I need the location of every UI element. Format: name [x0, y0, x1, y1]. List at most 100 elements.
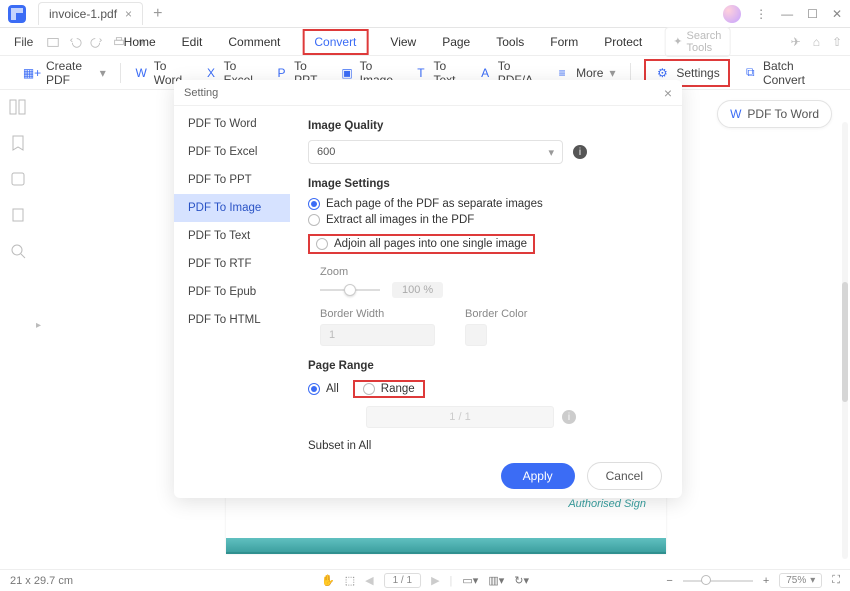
sidebar-pdf-to-ppt[interactable]: PDF To PPT: [174, 166, 290, 194]
menu-tools[interactable]: Tools: [492, 31, 528, 53]
chevron-down-icon: ▾: [100, 66, 106, 80]
excel-icon: X: [204, 65, 217, 81]
modal-footer: Apply Cancel: [174, 454, 682, 498]
fullscreen-icon[interactable]: ⛶: [832, 574, 840, 587]
sidebar-pdf-to-word[interactable]: PDF To Word: [174, 110, 290, 138]
modal-sidebar: PDF To Word PDF To Excel PDF To PPT PDF …: [174, 106, 290, 454]
page-indicator[interactable]: 1 / 1: [384, 573, 421, 588]
scroll-thumb[interactable]: [842, 282, 848, 402]
send-icon[interactable]: ✈: [791, 35, 801, 49]
menu-convert[interactable]: Convert: [302, 29, 368, 55]
create-pdf-icon: ▦+: [24, 65, 40, 81]
slider-thumb[interactable]: [344, 284, 356, 296]
attachment-icon[interactable]: [9, 170, 27, 188]
menu-home[interactable]: Home: [120, 31, 160, 53]
radio-separate-pages[interactable]: Each page of the PDF as separate images: [308, 198, 664, 210]
new-tab-button[interactable]: +: [153, 5, 162, 23]
info-icon[interactable]: i: [573, 145, 587, 159]
layout-icon[interactable]: ▥▾: [488, 574, 504, 587]
undo-icon[interactable]: [67, 34, 83, 50]
radio-extract-images[interactable]: Extract all images in the PDF: [308, 214, 664, 226]
redo-icon[interactable]: [89, 34, 105, 50]
statusbar: 21 x 29.7 cm ✋ ⬚ ◀ 1 / 1 ▶ | ▭▾ ▥▾ ↻▾ − …: [0, 569, 850, 591]
radio-adjoin-pages[interactable]: Adjoin all pages into one single image: [308, 234, 535, 254]
close-tab-icon[interactable]: ×: [125, 7, 132, 21]
tab-title: invoice-1.pdf: [49, 7, 117, 21]
zoom-slider[interactable]: [683, 576, 753, 586]
menu-protect[interactable]: Protect: [600, 31, 646, 53]
gear-icon: ⚙: [654, 65, 670, 81]
sidebar-pdf-to-excel[interactable]: PDF To Excel: [174, 138, 290, 166]
kebab-menu-icon[interactable]: ⋮: [755, 7, 767, 21]
menu-page[interactable]: Page: [438, 31, 474, 53]
sidebar-pdf-to-rtf[interactable]: PDF To RTF: [174, 250, 290, 278]
chevron-down-icon: ▾: [609, 66, 615, 80]
radio-icon: [316, 238, 328, 250]
image-quality-select[interactable]: 600 ▾: [308, 140, 563, 164]
apply-button[interactable]: Apply: [501, 463, 575, 489]
radio-separate-label: Each page of the PDF as separate images: [326, 198, 543, 210]
next-page-icon[interactable]: ▶: [431, 574, 439, 587]
minimize-icon[interactable]: —: [781, 7, 793, 21]
menubar: File ▾ Home Edit Comment Convert View Pa…: [0, 28, 850, 56]
zoom-value: 100 %: [392, 282, 443, 298]
home-icon[interactable]: ⌂: [813, 35, 820, 49]
menu-form[interactable]: Form: [546, 31, 582, 53]
radio-all-label: All: [326, 383, 339, 395]
open-icon[interactable]: [45, 34, 61, 50]
user-avatar[interactable]: [723, 5, 741, 23]
search-icon[interactable]: [9, 242, 27, 260]
menu-view[interactable]: View: [386, 31, 420, 53]
border-color-swatch[interactable]: [465, 324, 487, 346]
sidebar-pdf-to-text[interactable]: PDF To Text: [174, 222, 290, 250]
fit-width-icon[interactable]: ▭▾: [462, 574, 478, 587]
file-menu[interactable]: File: [8, 33, 39, 51]
image-quality-label: Image Quality: [308, 120, 664, 132]
hand-tool-icon[interactable]: ✋: [321, 574, 335, 587]
rotate-icon[interactable]: ↻▾: [514, 574, 529, 587]
page-range-input[interactable]: 1 / 1: [366, 406, 554, 428]
zoom-in-icon[interactable]: +: [763, 575, 769, 587]
radio-page-range[interactable]: Range: [353, 380, 425, 398]
border-width-input[interactable]: 1: [320, 324, 435, 346]
more-button[interactable]: ≡More▾: [554, 65, 615, 81]
rail-collapse-icon[interactable]: ▸: [36, 320, 41, 331]
left-rail: [0, 90, 36, 569]
vertical-scrollbar[interactable]: [842, 122, 848, 559]
select-tool-icon[interactable]: ⬚: [345, 574, 355, 587]
document-footer-band: [226, 538, 666, 554]
thumbnails-icon[interactable]: [9, 98, 27, 116]
menu-right-icons: ✈ ⌂ ⇧: [791, 35, 842, 49]
document-tab[interactable]: invoice-1.pdf ×: [38, 2, 143, 25]
search-tools-label: Search Tools: [686, 30, 721, 54]
sidebar-pdf-to-html[interactable]: PDF To HTML: [174, 306, 290, 334]
search-tools[interactable]: ✦ Search Tools: [664, 27, 730, 57]
sidebar-pdf-to-image[interactable]: PDF To Image: [174, 194, 290, 222]
prev-page-icon[interactable]: ◀: [365, 574, 373, 587]
close-window-icon[interactable]: ✕: [832, 7, 842, 21]
create-pdf-button[interactable]: ▦+ Create PDF ▾: [24, 59, 106, 87]
separator: [120, 63, 121, 83]
border-color-label: Border Color: [465, 308, 527, 320]
modal-title: Setting: [184, 87, 218, 99]
info-icon[interactable]: i: [562, 410, 576, 424]
zoom-slider[interactable]: [320, 284, 380, 296]
bookmark-icon[interactable]: [9, 134, 27, 152]
radio-page-all[interactable]: All: [308, 383, 339, 395]
upload-icon[interactable]: ⇧: [832, 35, 842, 49]
app-logo-icon: [8, 5, 26, 23]
titlebar: invoice-1.pdf × + ⋮ — ☐ ✕: [0, 0, 850, 28]
modal-close-icon[interactable]: ×: [664, 85, 672, 101]
clipboard-icon[interactable]: [9, 206, 27, 224]
authorised-sign-text: Authorised Sign: [568, 498, 646, 510]
menu-edit[interactable]: Edit: [178, 31, 207, 53]
maximize-icon[interactable]: ☐: [807, 7, 818, 21]
pdf-to-word-float-button[interactable]: W PDF To Word: [717, 100, 832, 128]
sidebar-pdf-to-epub[interactable]: PDF To Epub: [174, 278, 290, 306]
radio-icon: [308, 214, 320, 226]
cancel-button[interactable]: Cancel: [587, 462, 662, 490]
menu-comment[interactable]: Comment: [224, 31, 284, 53]
batch-convert-button[interactable]: ⧉Batch Convert: [744, 59, 826, 87]
zoom-select[interactable]: 75%▾: [779, 573, 822, 588]
zoom-out-icon[interactable]: −: [666, 575, 672, 587]
